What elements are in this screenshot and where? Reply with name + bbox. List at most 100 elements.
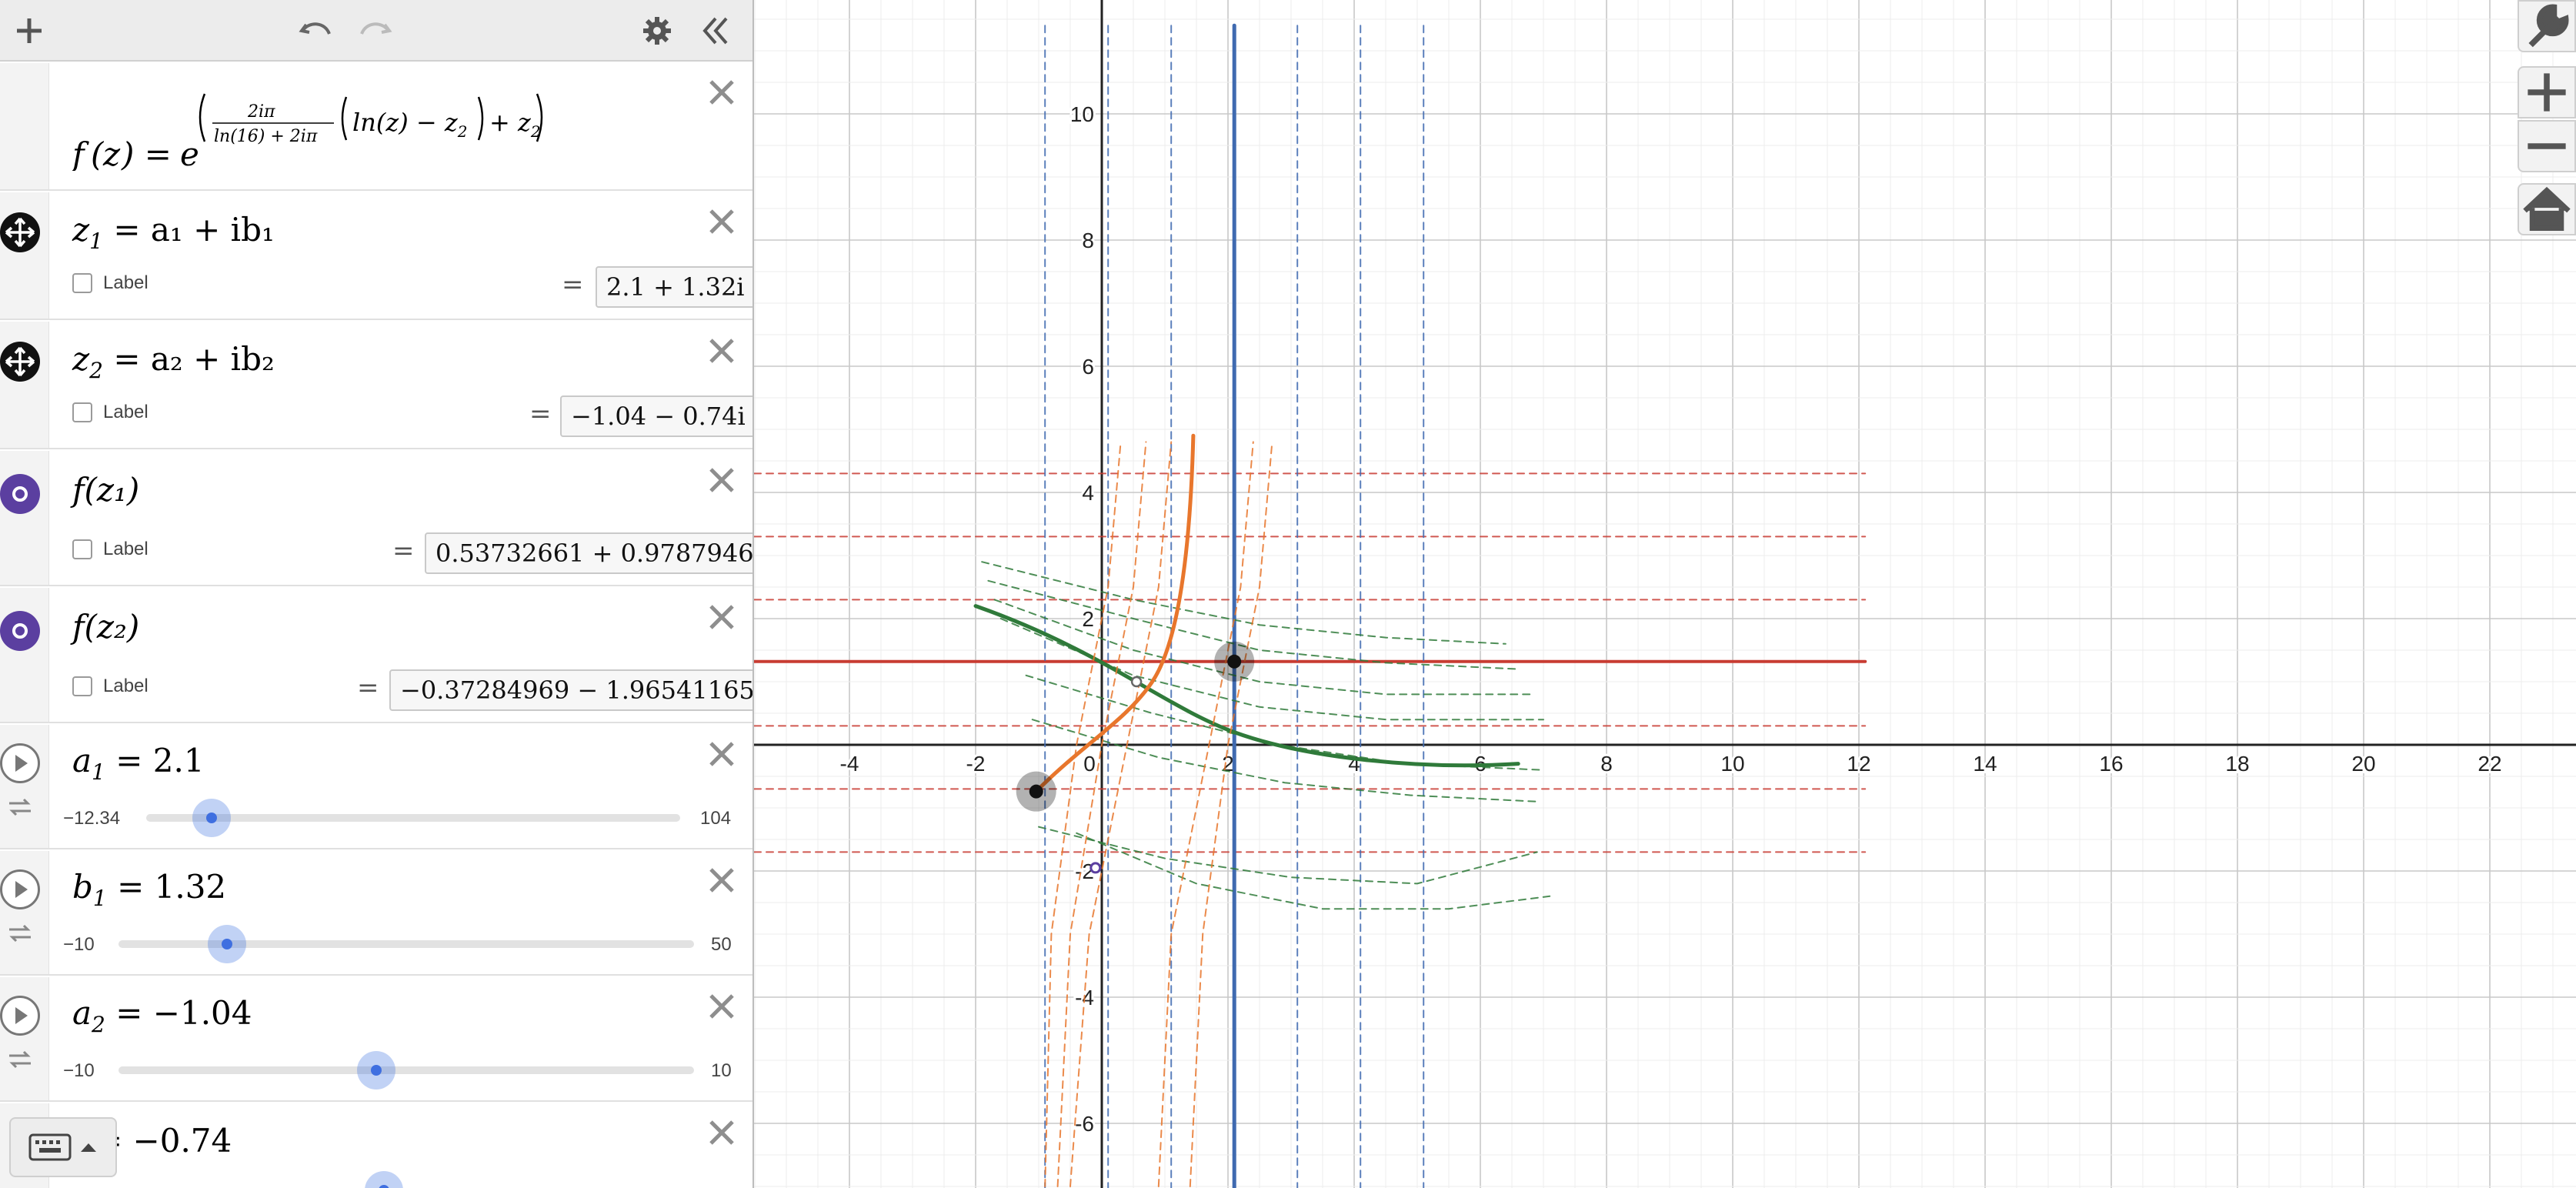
default-viewport-button[interactable] <box>2518 183 2576 235</box>
delete-expression-button[interactable] <box>703 74 740 111</box>
delete-expression-button[interactable] <box>703 736 740 773</box>
x-tick-label: 22 <box>2478 752 2501 776</box>
x-tick-label: -4 <box>840 752 859 776</box>
point-z1 <box>1227 654 1242 669</box>
svg-text:e: e <box>180 135 199 171</box>
loop-icon[interactable] <box>5 922 35 945</box>
keypad-toggle-button[interactable] <box>9 1117 117 1177</box>
expression-f-of-z2[interactable]: f(z₂) Label = −0.37284969 − 1.96541165i <box>0 588 752 723</box>
settings-button[interactable] <box>634 8 680 54</box>
slider-value[interactable]: −1.04 <box>153 994 252 1032</box>
add-expression-button[interactable] <box>6 8 52 54</box>
green-dashed-curve <box>1038 826 1538 885</box>
x-tick-label: 16 <box>2099 752 2123 776</box>
slider-value[interactable]: 2.1 <box>153 742 205 779</box>
label-text: Label <box>103 272 148 293</box>
undo-button[interactable] <box>292 8 339 54</box>
label-checkbox[interactable] <box>72 539 92 559</box>
delete-expression-button[interactable] <box>703 1114 740 1151</box>
z2-subscript: 2 <box>89 358 103 383</box>
equals-sign: = <box>562 269 584 300</box>
delete-expression-button[interactable] <box>703 599 740 636</box>
function-f-formula[interactable]: f ( z ) = e 2iπ ln(16) + 2iπ ln(z) − z2 … <box>70 86 549 173</box>
expression-z2-definition[interactable]: z2 = a₂ + ib₂ Label = −1.04 − 0.74i <box>0 322 752 449</box>
x-tick-label: 14 <box>1973 752 1997 776</box>
expression-list: f ( z ) = e 2iπ ln(16) + 2iπ ln(z) − z2 … <box>0 0 754 1188</box>
redo-button[interactable] <box>352 8 399 54</box>
slider-handle[interactable] <box>192 799 231 837</box>
play-button[interactable] <box>0 996 40 1036</box>
expression-f-definition[interactable]: f ( z ) = e 2iπ ln(16) + 2iπ ln(z) − z2 … <box>0 63 752 191</box>
drag-point-icon[interactable] <box>0 212 40 252</box>
play-button[interactable] <box>0 869 40 909</box>
z1-label-toggle[interactable]: Label <box>72 272 148 294</box>
f-z2-expression: f(z₂) <box>72 608 140 646</box>
point-style-icon[interactable] <box>0 474 40 514</box>
f-z2-value: −0.37284969 − 1.96541165i <box>389 669 752 711</box>
svg-text:f: f <box>72 135 89 171</box>
delete-expression-button[interactable] <box>703 332 740 369</box>
expression-gutter <box>0 322 49 448</box>
graph-canvas[interactable]: -4 -2 0 2 4 6 8 10 12 14 16 18 20 22 10 8 6 4 2 -2 -4 -6 <box>754 0 2576 1188</box>
x-tick-label: -2 <box>966 752 986 776</box>
label-checkbox[interactable] <box>72 676 92 696</box>
equals-sign: = <box>392 536 415 566</box>
point-style-icon[interactable] <box>0 611 40 651</box>
slider-a1[interactable]: a1 = 2.1 −12.34 104 <box>0 725 752 849</box>
caret-up-icon <box>81 1143 96 1152</box>
y-tick-label: 10 <box>1070 102 1094 126</box>
close-icon <box>709 339 734 363</box>
z2-rhs: = a₂ + ib₂ <box>113 340 275 378</box>
close-icon <box>709 1120 734 1145</box>
f-z1-value: 0.53732661 + 0.9787946i <box>425 532 752 574</box>
expression-gutter <box>0 192 49 319</box>
slider-min[interactable]: −10 <box>63 1060 95 1082</box>
slider-b1[interactable]: b1 = 1.32 −10 50 <box>0 851 752 976</box>
play-icon <box>15 755 28 772</box>
f-formula-render: f ( z ) = e 2iπ ln(16) + 2iπ ln(z) − z2 … <box>70 93 543 173</box>
label-checkbox[interactable] <box>72 273 92 293</box>
f-z1-label-toggle[interactable]: Label <box>72 539 148 560</box>
close-icon <box>709 868 734 893</box>
close-icon <box>709 605 734 629</box>
green-dashed-curve <box>999 618 1544 721</box>
slider-track[interactable] <box>118 1066 694 1074</box>
slider-a2[interactable]: a2 = −1.04 −10 10 <box>0 977 752 1102</box>
collapse-panel-button[interactable] <box>692 8 739 54</box>
svg-text:ln(16) + 2iπ: ln(16) + 2iπ <box>214 127 318 146</box>
expression-f-of-z1[interactable]: f(z₁) Label = 0.53732661 + 0.9787946i <box>0 451 752 586</box>
slider-min[interactable]: −12.34 <box>63 808 120 829</box>
expression-z1-definition[interactable]: z1 = a₁ + ib₁ Label = 2.1 + 1.32i <box>0 192 752 320</box>
delete-expression-button[interactable] <box>703 988 740 1025</box>
z1-value: 2.1 + 1.32i <box>596 266 752 308</box>
y-tick-label: 2 <box>1082 607 1094 631</box>
slider-subscript: 1 <box>92 759 105 785</box>
slider-track[interactable] <box>118 940 694 948</box>
slider-handle[interactable] <box>208 925 246 963</box>
f-z2-label-toggle[interactable]: Label <box>72 676 148 697</box>
slider-max[interactable]: 104 <box>700 808 731 829</box>
close-icon <box>709 80 734 105</box>
expression-gutter <box>0 63 49 189</box>
slider-min[interactable]: −10 <box>63 934 95 956</box>
double-chevron-left-icon <box>702 17 728 45</box>
delete-expression-button[interactable] <box>703 203 740 240</box>
slider-handle[interactable] <box>357 1051 395 1090</box>
slider-handle[interactable] <box>365 1171 403 1188</box>
intersection-point <box>1130 676 1143 688</box>
slider-value[interactable]: 1.32 <box>155 868 227 906</box>
slider-variable: b <box>72 868 93 906</box>
play-button[interactable] <box>0 743 40 783</box>
drag-point-icon[interactable] <box>0 342 40 382</box>
z2-label-toggle[interactable]: Label <box>72 402 148 423</box>
slider-max[interactable]: 10 <box>711 1060 732 1082</box>
loop-icon[interactable] <box>5 796 35 819</box>
loop-icon[interactable] <box>5 1048 35 1071</box>
label-checkbox[interactable] <box>72 402 92 422</box>
slider-max[interactable]: 50 <box>711 934 732 956</box>
label-text: Label <box>103 676 148 696</box>
delete-expression-button[interactable] <box>703 462 740 499</box>
x-tick-label: 12 <box>1847 752 1870 776</box>
delete-expression-button[interactable] <box>703 862 740 899</box>
graph-svg[interactable]: -4 -2 0 2 4 6 8 10 12 14 16 18 20 22108642-2-4-6 <box>754 0 2576 1188</box>
